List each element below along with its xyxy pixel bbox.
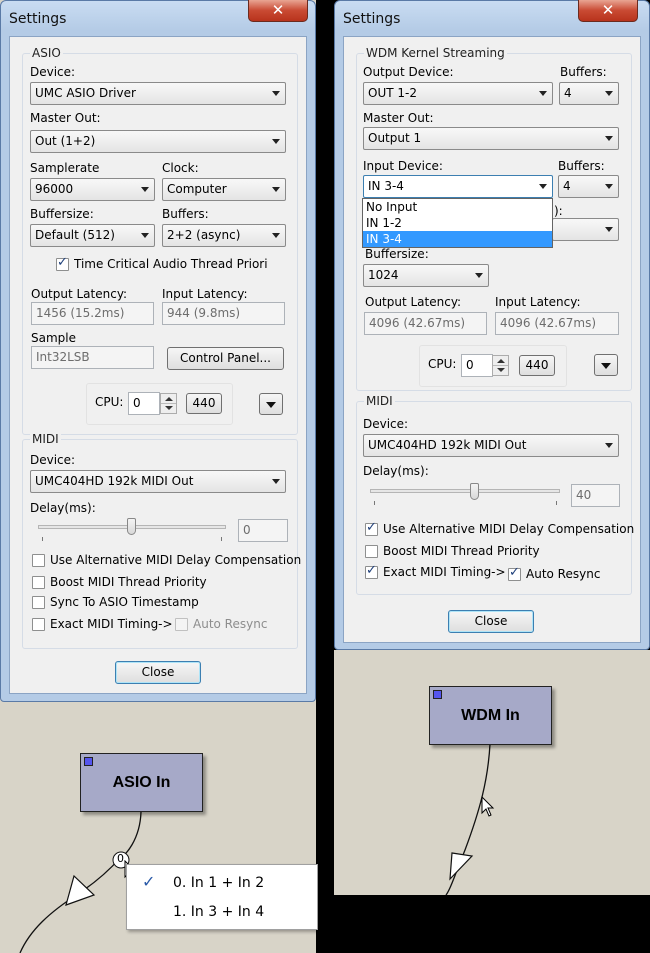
asio-in-node[interactable]: ASIO In xyxy=(80,753,203,812)
connection-arrow-icon xyxy=(65,874,96,906)
menu-item[interactable]: 1. In 3 + In 4 xyxy=(128,897,316,926)
node-pin-icon[interactable] xyxy=(84,757,93,766)
menu-item[interactable]: ✓ 0. In 1 + In 2 xyxy=(128,867,316,896)
node-pin-icon[interactable] xyxy=(433,690,442,699)
wdm-in-node[interactable]: WDM In xyxy=(429,686,552,745)
pin-context-menu: ✓ 0. In 1 + In 2 1. In 3 + In 4 xyxy=(126,864,318,930)
mouse-cursor-icon xyxy=(481,796,495,817)
pin-marker-label[interactable]: 0 xyxy=(117,852,124,865)
checkmark-icon: ✓ xyxy=(142,872,156,891)
connection-arrow-icon xyxy=(449,852,474,881)
